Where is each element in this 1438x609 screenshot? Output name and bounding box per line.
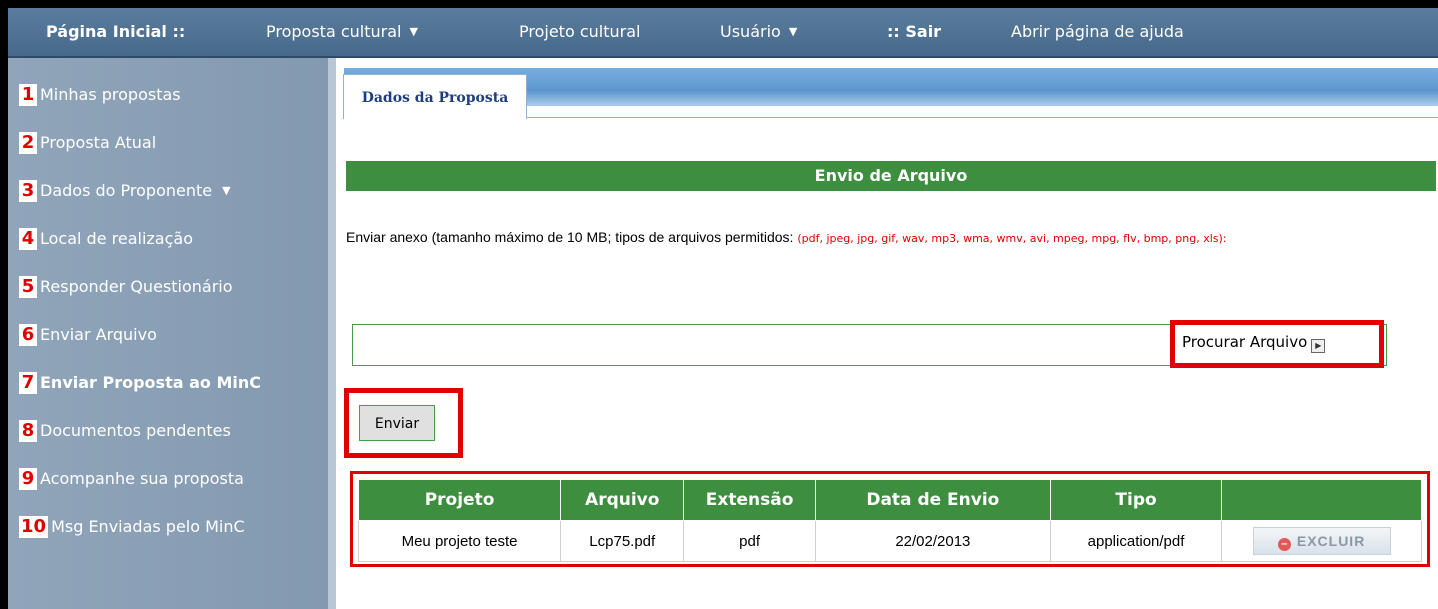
- tab-dados-proposta[interactable]: Dados da Proposta: [343, 74, 527, 119]
- sidebar-item-label: Dados do Proponente: [40, 181, 213, 200]
- nav-projeto-cultural[interactable]: Projeto cultural: [519, 22, 640, 41]
- top-navigation-bar: Página Inicial :: Proposta cultural ▼ Pro…: [8, 8, 1438, 58]
- sidebar-item-acompanhe-proposta[interactable]: 9 Acompanhe sua proposta: [19, 467, 244, 491]
- sidebar-item-label: Minhas propostas: [40, 85, 181, 104]
- section-title: Envio de Arquivo: [346, 161, 1436, 191]
- cell-extensao: pdf: [683, 520, 816, 562]
- cell-tipo: application/pdf: [1049, 520, 1223, 562]
- cell-projeto: Meu projeto teste: [357, 520, 562, 562]
- caret-down-icon: ▼: [409, 25, 418, 38]
- play-arrow-icon: ▶: [1311, 339, 1326, 353]
- column-header: Arquivo: [560, 479, 685, 521]
- caret-down-icon: ▼: [788, 25, 798, 38]
- files-table: Projeto Arquivo Extensão Data de Envio T…: [357, 479, 1422, 562]
- column-header: Data de Envio: [814, 479, 1051, 521]
- nav-sair[interactable]: :: Sair: [887, 22, 941, 41]
- step-number: 6: [19, 324, 37, 346]
- column-header: [1221, 479, 1422, 521]
- column-header: Projeto: [357, 479, 562, 521]
- cell-action: – EXCLUIR: [1221, 520, 1422, 562]
- nav-ajuda[interactable]: Abrir página de ajuda: [1011, 22, 1184, 41]
- step-number: 10: [19, 516, 49, 538]
- allowed-file-types: (pdf, jpeg, jpg, gif, wav, mp3, wma, wmv…: [797, 232, 1227, 245]
- sidebar-item-enviar-proposta[interactable]: 7 Enviar Proposta ao MinC: [19, 371, 261, 395]
- browse-highlight: Procurar Arquivo ▶: [1170, 320, 1384, 368]
- sidebar-item-local-realizacao[interactable]: 4 Local de realização: [19, 227, 193, 251]
- delete-button[interactable]: – EXCLUIR: [1252, 527, 1391, 555]
- sidebar: 1 Minhas propostas 2 Proposta Atual 3 Dados…: [8, 58, 336, 609]
- column-header: Extensão: [683, 479, 816, 521]
- table-header-row: Projeto Arquivo Extensão Data de Envio T…: [357, 479, 1422, 521]
- sidebar-item-label: Enviar Proposta ao MinC: [40, 373, 261, 392]
- column-header: Tipo: [1049, 479, 1223, 521]
- table-row: Meu projeto teste Lcp75.pdf pdf 22/02/20…: [357, 520, 1422, 562]
- sidebar-item-label: Local de realização: [40, 229, 193, 248]
- sidebar-item-msg-enviadas[interactable]: 10 Msg Enviadas pelo MinC: [19, 515, 245, 539]
- nav-proposta-cultural-label: Proposta cultural: [266, 22, 402, 41]
- main-content: Dados da Proposta Envio de Arquivo Envia…: [336, 58, 1438, 609]
- step-number: 8: [19, 420, 37, 442]
- nav-usuario[interactable]: Usuário ▼: [720, 22, 797, 41]
- files-table-highlight: Projeto Arquivo Extensão Data de Envio T…: [350, 471, 1430, 567]
- cell-arquivo: Lcp75.pdf: [560, 520, 685, 562]
- sidebar-item-label: Responder Questionário: [40, 277, 233, 296]
- sidebar-item-proposta-atual[interactable]: 2 Proposta Atual: [19, 131, 156, 155]
- step-number: 9: [19, 468, 37, 490]
- step-number: 5: [19, 276, 37, 298]
- step-number: 4: [19, 228, 37, 250]
- send-highlight: Enviar: [344, 388, 463, 458]
- delete-label: EXCLUIR: [1296, 533, 1366, 549]
- upload-instructions: Enviar anexo (tamanho máximo de 10 MB; t…: [346, 228, 1438, 248]
- sidebar-item-documentos-pendentes[interactable]: 8 Documentos pendentes: [19, 419, 231, 443]
- sidebar-item-label: Acompanhe sua proposta: [40, 469, 244, 488]
- sidebar-item-dados-proponente[interactable]: 3 Dados do Proponente ▼: [19, 179, 231, 203]
- step-number: 2: [19, 132, 37, 154]
- browse-file-label: Procurar Arquivo: [1182, 333, 1308, 351]
- caret-down-icon: ▼: [222, 184, 231, 197]
- sidebar-item-label: Proposta Atual: [40, 133, 157, 152]
- sidebar-item-label: Enviar Arquivo: [40, 325, 157, 344]
- nav-home[interactable]: Página Inicial ::: [46, 22, 185, 41]
- nav-proposta-cultural[interactable]: Proposta cultural ▼: [266, 22, 418, 41]
- nav-usuario-label: Usuário: [720, 22, 781, 41]
- sidebar-item-label: Msg Enviadas pelo MinC: [51, 517, 245, 536]
- sidebar-item-enviar-arquivo[interactable]: 6 Enviar Arquivo: [19, 323, 157, 347]
- cell-data: 22/02/2013: [814, 520, 1051, 562]
- app-frame: Página Inicial :: Proposta cultural ▼ Pro…: [8, 8, 1438, 609]
- browse-file-button[interactable]: Procurar Arquivo ▶: [1182, 333, 1326, 353]
- send-button[interactable]: Enviar: [359, 405, 435, 441]
- step-number: 3: [19, 180, 37, 202]
- step-number: 1: [19, 84, 37, 106]
- sidebar-item-label: Documentos pendentes: [40, 421, 231, 440]
- minus-circle-icon: –: [1277, 538, 1291, 551]
- step-number: 7: [19, 372, 37, 394]
- sidebar-item-minhas-propostas[interactable]: 1 Minhas propostas: [19, 83, 181, 107]
- upload-description: Enviar anexo (tamanho máximo de 10 MB; t…: [346, 229, 798, 245]
- sidebar-item-responder-questionario[interactable]: 5 Responder Questionário: [19, 275, 233, 299]
